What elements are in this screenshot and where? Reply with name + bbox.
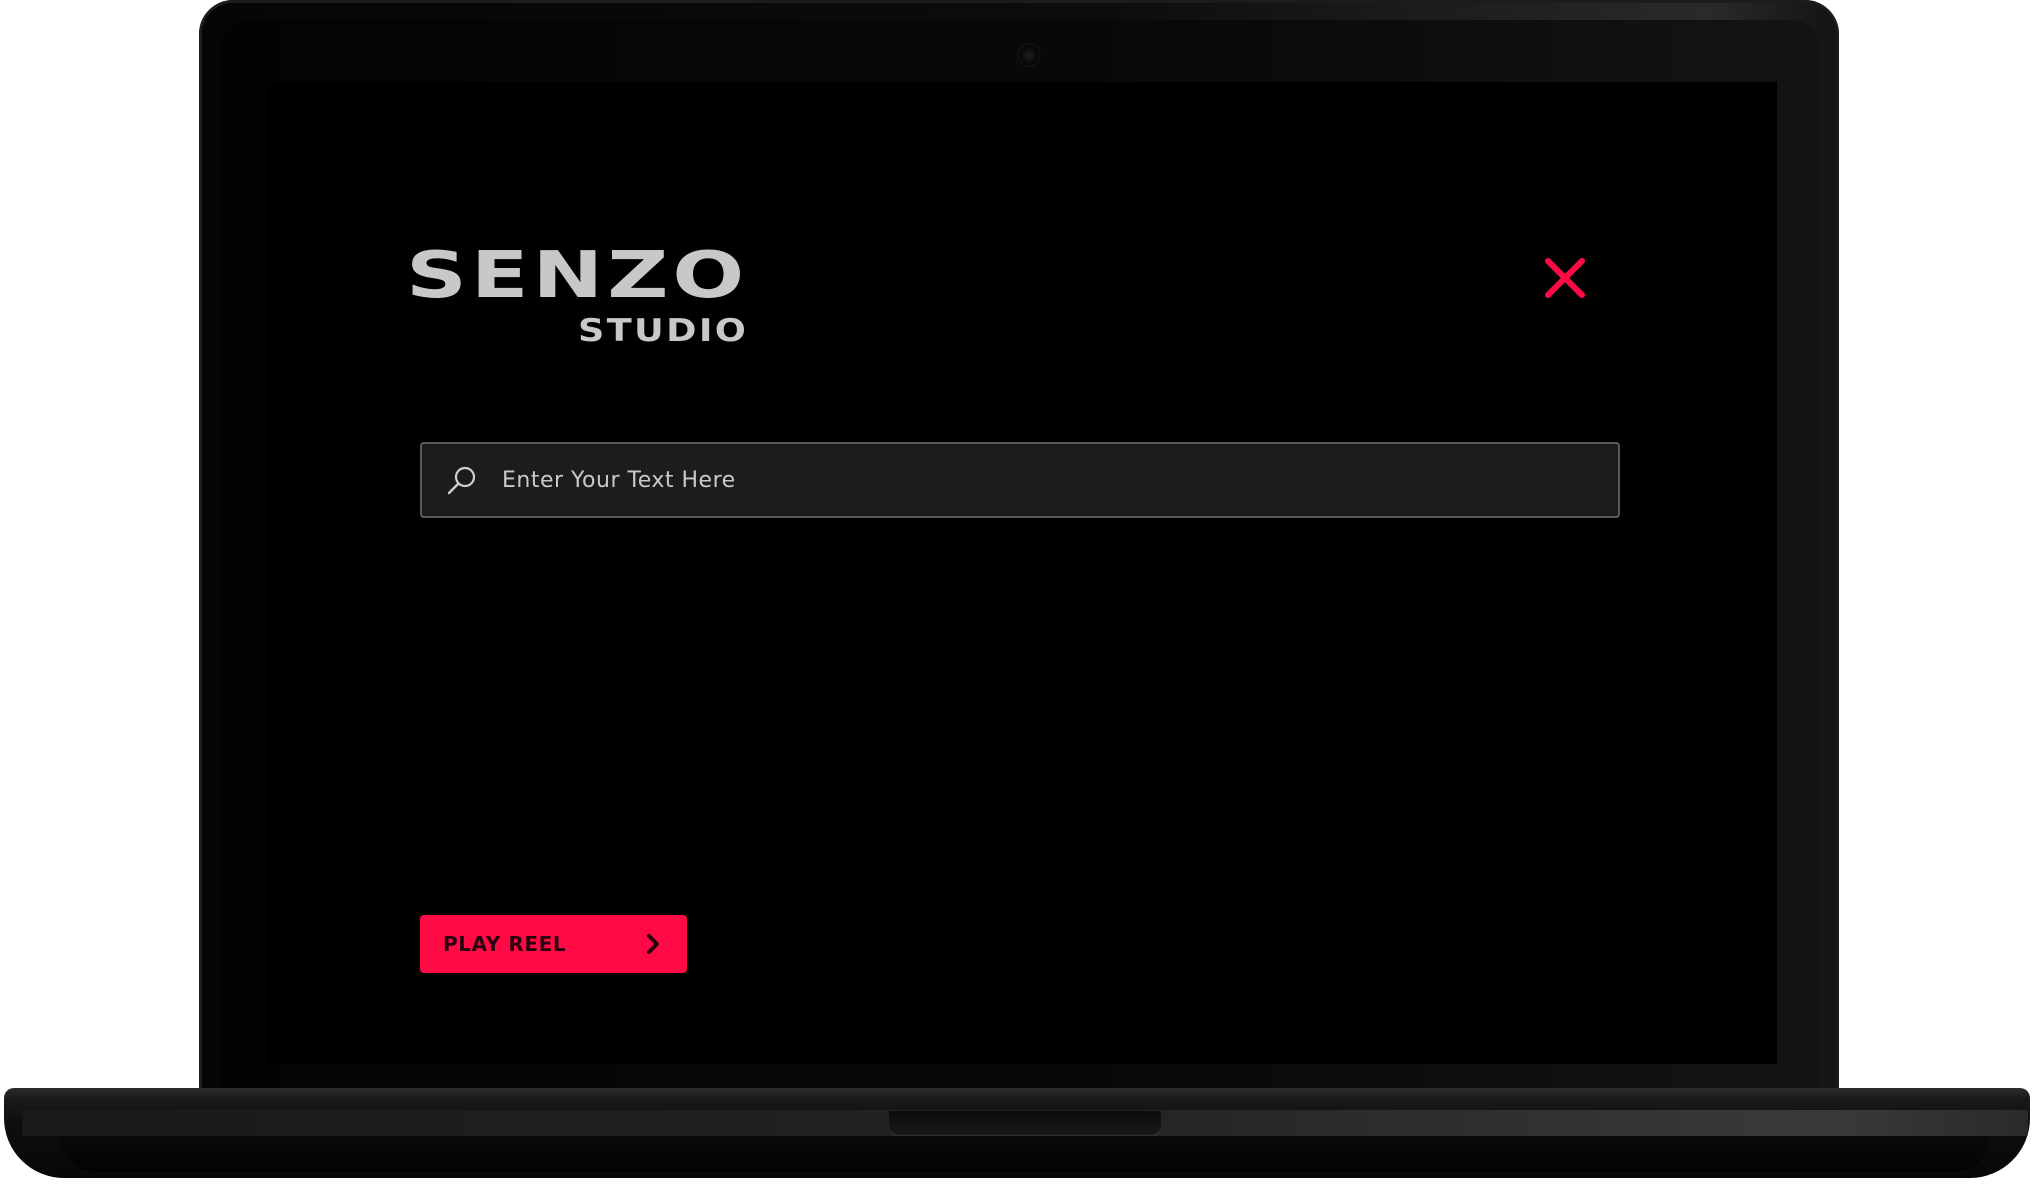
close-button[interactable] (1537, 250, 1593, 306)
senzo-studio-logo[interactable]: SENZO STUDIO (406, 244, 748, 354)
play-reel-label: PLAY REEL (443, 932, 567, 956)
search-bar[interactable] (420, 442, 1620, 518)
search-icon (444, 462, 480, 498)
lid-opening-notch (889, 1111, 1161, 1137)
logo-subword: STUDIO (577, 313, 748, 349)
app-screen: SENZO STUDIO PLAY REEL (266, 82, 1777, 1064)
close-icon (1545, 258, 1585, 298)
play-reel-button[interactable]: PLAY REEL (420, 915, 687, 973)
laptop-base-underside (60, 1136, 1990, 1172)
search-input[interactable] (502, 444, 1618, 516)
webcam (1019, 45, 1039, 65)
logo-wordmark: SENZO (405, 239, 748, 313)
chevron-right-icon (643, 932, 663, 956)
